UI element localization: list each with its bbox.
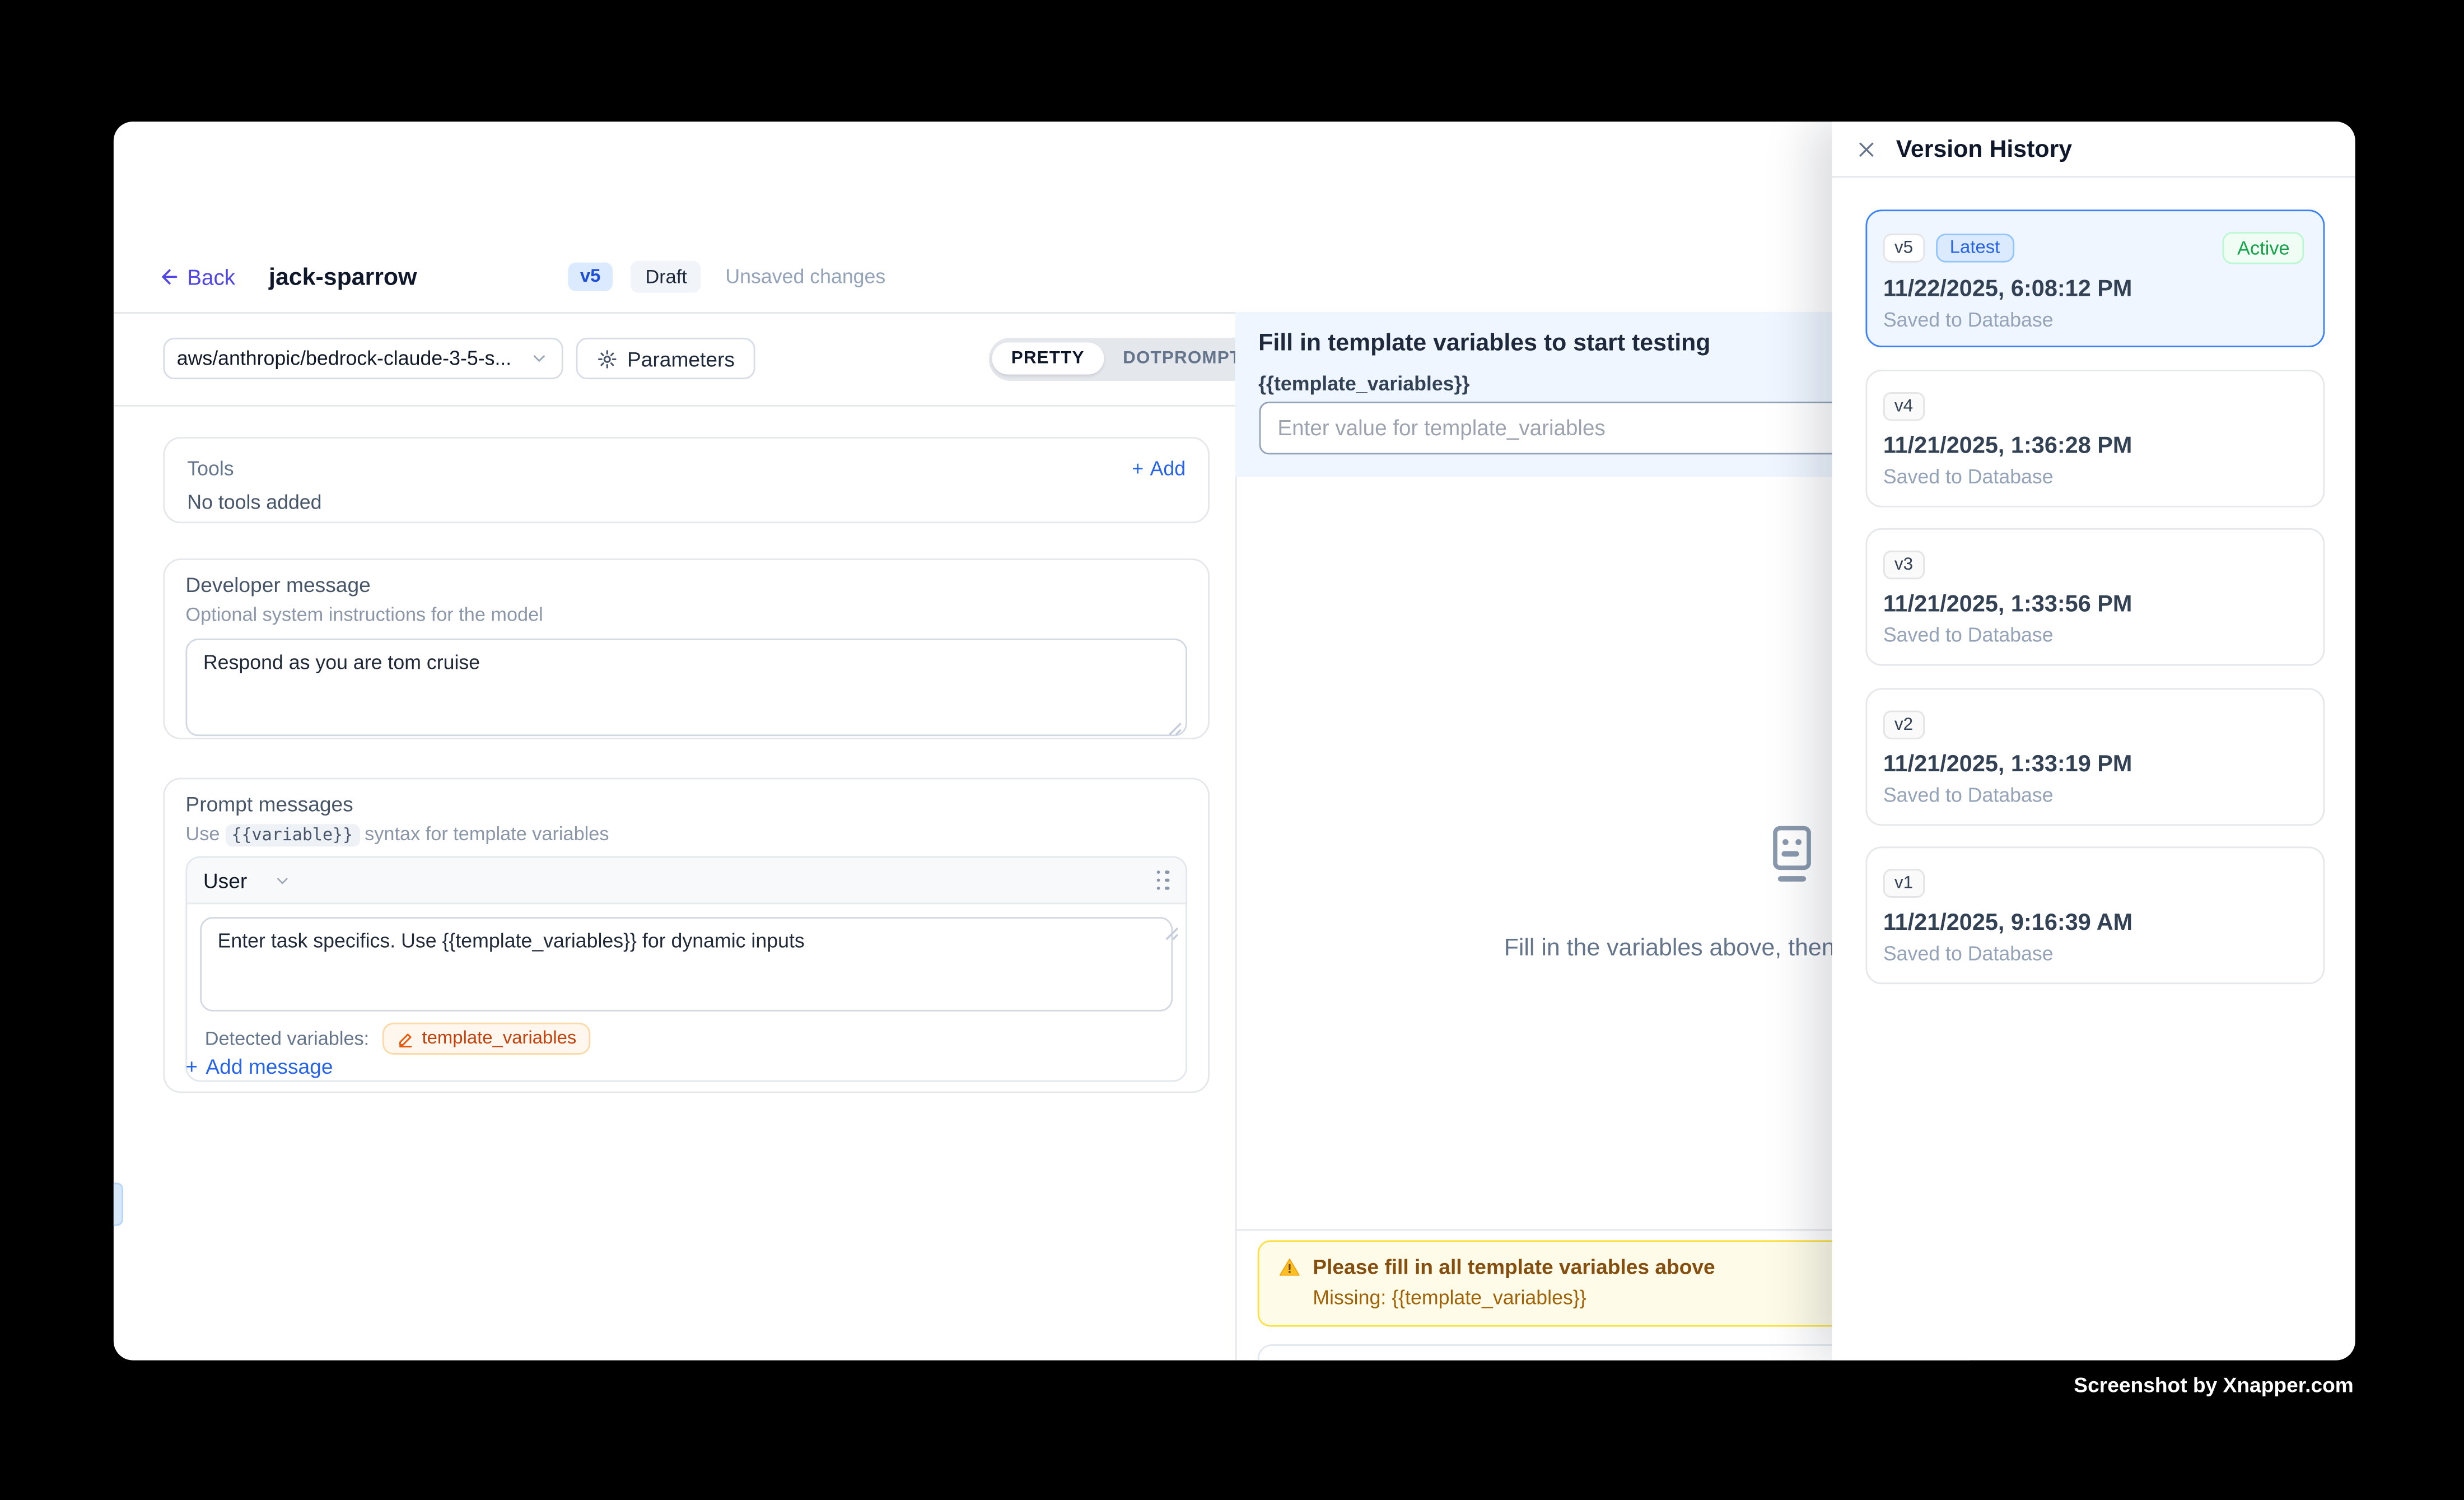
prompt-messages-subtitle: Use {{variable}} syntax for template var… <box>185 823 1187 845</box>
version-card-v5[interactable]: v5 Latest Active 11/22/2025, 6:08:12 PM … <box>1865 209 2325 347</box>
version-card-v1[interactable]: v1 11/21/2025, 9:16:39 AM Saved to Datab… <box>1865 846 2325 984</box>
version-saved-status: Saved to Database <box>1883 784 2304 806</box>
message-block: User Enter task specifics. Use {{templat… <box>185 856 1187 1082</box>
prompt-messages-label: Prompt messages <box>185 792 1187 816</box>
version-number-badge: v5 <box>1883 234 1924 262</box>
model-select-value: aws/anthropic/bedrock-claude-3-5-s... <box>177 347 519 370</box>
arrow-left-icon <box>158 265 181 288</box>
role-select[interactable]: User <box>203 868 292 892</box>
bot-face-icon <box>1763 819 1821 890</box>
version-list: v5 Latest Active 11/22/2025, 6:08:12 PM … <box>1832 178 2355 984</box>
empty-state-text: Fill in the variables above, then typ <box>1504 935 1874 962</box>
format-option-pretty[interactable]: PRETTY <box>992 342 1103 374</box>
close-icon[interactable] <box>1856 138 1877 159</box>
toolbar-divider <box>114 404 1235 406</box>
drag-handle-icon[interactable] <box>1156 870 1169 891</box>
version-timestamp: 11/21/2025, 1:33:19 PM <box>1883 751 2304 777</box>
subtitle-prefix: Use <box>185 823 220 845</box>
developer-message-textarea[interactable]: Respond as you are tom cruise <box>185 639 1187 736</box>
version-number-badge: v4 <box>1883 392 1924 420</box>
back-button[interactable]: Back <box>158 265 235 289</box>
version-timestamp: 11/21/2025, 9:16:39 AM <box>1883 911 2304 937</box>
add-tool-label: Add <box>1150 458 1186 480</box>
version-number-badge: v3 <box>1883 551 1924 579</box>
version-card-v4[interactable]: v4 11/21/2025, 1:36:28 PM Saved to Datab… <box>1865 369 2325 507</box>
app-window: Back jack-sparrow v5 Draft Unsaved chang… <box>114 122 2355 1360</box>
model-select[interactable]: aws/anthropic/bedrock-claude-3-5-s... <box>162 338 562 379</box>
back-label: Back <box>187 265 235 289</box>
version-badge: v5 <box>567 263 613 291</box>
developer-message-subtitle: Optional system instructions for the mod… <box>185 603 1187 626</box>
watermark: Screenshot by Xnapper.com <box>2074 1373 2354 1397</box>
detected-variables-label: Detected variables: <box>205 1027 370 1050</box>
pencil-icon <box>396 1030 414 1047</box>
warning-triangle-icon <box>1277 1256 1300 1278</box>
tools-empty-text: No tools added <box>187 491 1186 514</box>
version-history-header: Version History <box>1832 122 2355 176</box>
banner-title: Fill in template variables to start test… <box>1258 330 1710 357</box>
version-history-panel: Version History v5 Latest Active 11/22/2… <box>1832 122 2355 1360</box>
version-saved-status: Saved to Database <box>1883 943 2304 965</box>
parameters-label: Parameters <box>627 347 735 371</box>
add-message-button[interactable]: + Add message <box>185 1054 333 1078</box>
plus-icon: + <box>185 1054 198 1078</box>
message-body: Enter task specifics. Use {{template_var… <box>187 904 1186 1080</box>
detected-variable-badge[interactable]: template_variables <box>382 1023 591 1055</box>
version-saved-status: Saved to Database <box>1883 465 2304 487</box>
subtitle-suffix: syntax for template variables <box>365 823 609 845</box>
template-variable-label: {{template_variables}} <box>1258 373 1469 395</box>
variable-syntax-chip: {{variable}} <box>225 824 360 846</box>
active-badge: Active <box>2223 232 2304 264</box>
prompt-messages-card: Prompt messages Use {{variable}} syntax … <box>163 778 1210 1093</box>
detected-variables-row: Detected variables: template_variables <box>200 1019 1173 1068</box>
add-tool-button[interactable]: + Add <box>1132 458 1186 480</box>
version-timestamp: 11/22/2025, 6:08:12 PM <box>1883 277 2304 302</box>
message-textarea[interactable]: Enter task specifics. Use {{template_var… <box>200 917 1173 1012</box>
role-select-value: User <box>203 868 247 892</box>
version-timestamp: 11/21/2025, 1:33:56 PM <box>1883 592 2304 618</box>
tools-card: Tools + Add No tools added <box>163 437 1210 523</box>
version-card-v2[interactable]: v2 11/21/2025, 1:33:19 PM Saved to Datab… <box>1865 687 2325 825</box>
chevron-down-icon <box>274 872 292 889</box>
parameters-button[interactable]: Parameters <box>576 338 756 379</box>
add-message-label: Add message <box>206 1054 333 1078</box>
format-toggle: PRETTY DOTPROMPT <box>989 337 1264 380</box>
version-number-badge: v1 <box>1883 869 1924 897</box>
developer-message-card: Developer message Optional system instru… <box>163 558 1210 738</box>
page-header: Back jack-sparrow v5 Draft Unsaved chang… <box>158 256 885 297</box>
version-history-title: Version History <box>1896 135 2072 162</box>
gear-icon <box>597 348 618 369</box>
unsaved-changes-label: Unsaved changes <box>725 265 885 288</box>
message-header: User <box>187 858 1186 904</box>
latest-badge: Latest <box>1935 234 2014 262</box>
version-card-v3[interactable]: v3 11/21/2025, 1:33:56 PM Saved to Datab… <box>1865 528 2325 666</box>
plus-icon: + <box>1132 458 1144 480</box>
chevron-down-icon <box>529 349 548 368</box>
detected-variable-name: template_variables <box>422 1029 577 1048</box>
version-saved-status: Saved to Database <box>1883 309 2304 331</box>
warning-title: Please fill in all template variables ab… <box>1313 1254 1715 1278</box>
developer-message-label: Developer message <box>185 573 1187 597</box>
screenshot-stage: Back jack-sparrow v5 Draft Unsaved chang… <box>0 0 2464 1500</box>
version-timestamp: 11/21/2025, 1:36:28 PM <box>1883 433 2304 459</box>
page-title: jack-sparrow <box>269 263 417 291</box>
version-number-badge: v2 <box>1883 710 1924 738</box>
left-edge-tab[interactable] <box>114 1182 123 1226</box>
tools-label: Tools <box>187 458 234 480</box>
draft-badge: Draft <box>631 261 702 293</box>
version-saved-status: Saved to Database <box>1883 624 2304 646</box>
